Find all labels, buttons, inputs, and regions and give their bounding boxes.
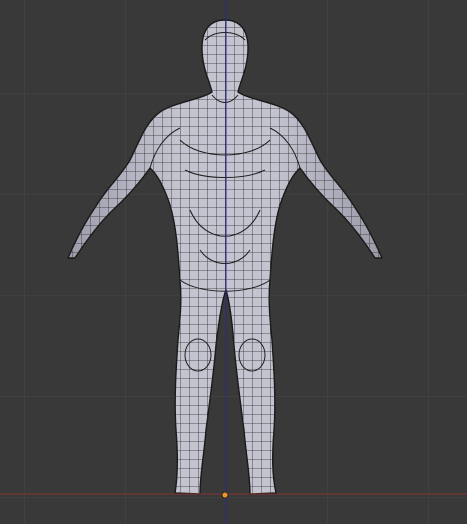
object-origin-icon[interactable] — [221, 491, 229, 499]
viewport-canvas[interactable] — [0, 0, 467, 524]
3d-viewport[interactable] — [0, 0, 467, 524]
